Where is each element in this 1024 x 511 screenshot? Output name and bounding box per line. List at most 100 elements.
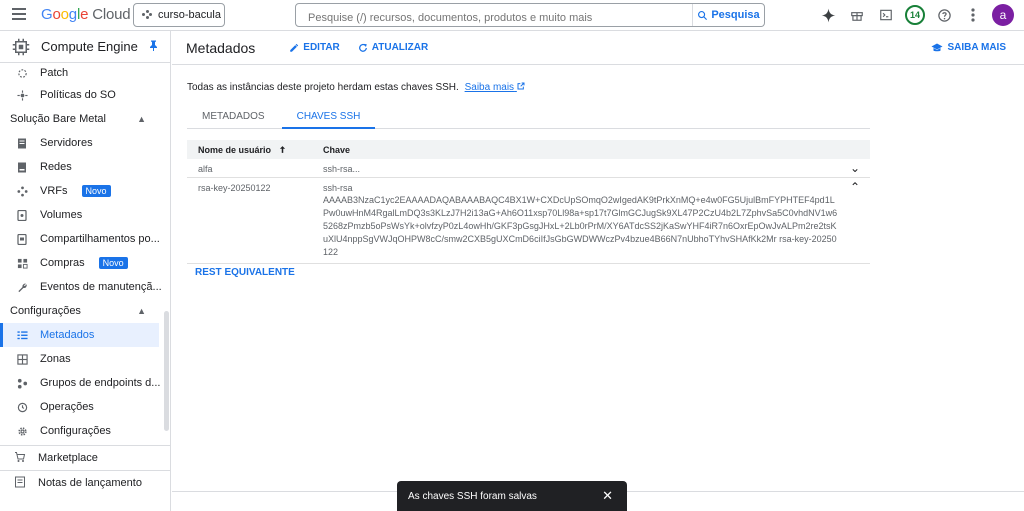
chevron-up-icon: ▲ bbox=[137, 306, 146, 316]
sidebar-item-volumes[interactable]: Volumes bbox=[0, 203, 170, 227]
sidebar-item-settings[interactable]: Configurações bbox=[0, 419, 170, 443]
column-header-label: Nome de usuário bbox=[198, 144, 272, 155]
open-in-new-icon bbox=[517, 82, 525, 90]
tab-ssh-keys[interactable]: CHAVES SSH bbox=[281, 105, 376, 129]
table-row: rsa-key-20250122 ssh-rsa AAAAB3NzaC1yc2E… bbox=[187, 178, 870, 264]
sidebar-item-os-policies[interactable]: Políticas do SO bbox=[0, 83, 170, 107]
table-header: Nome de usuário Chave bbox=[187, 140, 870, 159]
new-badge: Novo bbox=[98, 257, 128, 269]
chevron-down-icon[interactable]: ⌄ bbox=[840, 159, 870, 177]
learn-more-link[interactable]: Saiba mais bbox=[465, 82, 525, 93]
sidebar-item-label: Patch bbox=[40, 67, 69, 79]
sidebar-item-maintenance-events[interactable]: Eventos de manutençã... bbox=[0, 275, 170, 299]
search-button-label: Pesquisa bbox=[711, 9, 760, 21]
metadata-list-icon bbox=[16, 329, 28, 341]
sidebar-item-label: Eventos de manutençã... bbox=[40, 281, 162, 293]
sort-arrow-up-icon bbox=[279, 145, 285, 153]
search-bar: Pesquisa bbox=[295, 3, 765, 27]
sidebar-item-label: Grupos de endpoints d... bbox=[40, 377, 161, 389]
sidebar-item-vrfs[interactable]: VRFs Novo bbox=[0, 179, 170, 203]
column-header-key: Chave bbox=[323, 144, 351, 155]
snackbar: As chaves SSH foram salvas ✕ bbox=[397, 481, 627, 511]
sidebar-header: Compute Engine bbox=[0, 31, 170, 63]
main-content: Metadados EDITAR ATUALIZAR SAIBA MAIS To… bbox=[172, 31, 1024, 511]
learn-more-label: SAIBA MAIS bbox=[947, 42, 1006, 53]
search-input[interactable] bbox=[296, 4, 692, 26]
sidebar-item-label: Operações bbox=[40, 401, 94, 413]
sidebar-item-shares[interactable]: Compartilhamentos po... bbox=[0, 227, 170, 251]
endpoint-groups-icon bbox=[16, 377, 28, 389]
help-icon[interactable] bbox=[934, 5, 954, 25]
rest-equivalent-button[interactable]: REST EQUIVALENTE bbox=[195, 267, 295, 278]
tab-metadata[interactable]: METADADOS bbox=[187, 105, 280, 129]
zones-grid-icon bbox=[16, 353, 28, 365]
top-actions: 14 a bbox=[818, 4, 1014, 26]
new-badge: Novo bbox=[81, 185, 111, 197]
sidebar-bottom: Marketplace Notas de lançamento bbox=[0, 445, 170, 495]
network-icon bbox=[16, 161, 28, 173]
pencil-icon bbox=[290, 43, 299, 52]
sidebar-item-label: VRFs bbox=[40, 185, 68, 197]
pin-icon[interactable] bbox=[149, 40, 158, 54]
gemini-sparkle-icon[interactable] bbox=[818, 5, 838, 25]
close-icon[interactable]: ✕ bbox=[602, 488, 613, 504]
column-header-username[interactable]: Nome de usuário bbox=[187, 145, 323, 155]
refresh-label: ATUALIZAR bbox=[371, 42, 429, 53]
notifications-badge[interactable]: 14 bbox=[905, 5, 925, 25]
cell-username: alfa bbox=[198, 164, 213, 174]
sidebar-item-operations[interactable]: Operações bbox=[0, 395, 170, 419]
more-vert-icon[interactable] bbox=[963, 5, 983, 25]
sidebar-item-zones[interactable]: Zonas bbox=[0, 347, 170, 371]
sidebar-item-metadata[interactable]: Metadados bbox=[0, 323, 159, 347]
google-cloud-logo[interactable]: Google Cloud bbox=[41, 6, 131, 23]
sidebar-scrollbar[interactable] bbox=[164, 311, 169, 431]
sidebar-item-marketplace[interactable]: Marketplace bbox=[0, 445, 170, 470]
sidebar-item-purchases[interactable]: Compras Novo bbox=[0, 251, 170, 275]
sidebar-item-patch[interactable]: Patch bbox=[0, 63, 170, 83]
release-notes-icon bbox=[14, 476, 26, 491]
sidebar-item-label: Metadados bbox=[40, 329, 95, 341]
section-settings[interactable]: Configurações ▲ bbox=[0, 299, 170, 323]
project-icon bbox=[142, 10, 152, 20]
school-icon bbox=[931, 43, 943, 51]
sidebar-item-label: Compras bbox=[40, 257, 85, 269]
sidebar-item-endpoint-groups[interactable]: Grupos de endpoints d... bbox=[0, 371, 170, 395]
page-header: Metadados EDITAR ATUALIZAR SAIBA MAIS bbox=[172, 31, 1024, 65]
sidebar-item-label: Configurações bbox=[40, 425, 111, 437]
page-title: Metadados bbox=[186, 39, 256, 56]
wrench-icon bbox=[16, 281, 28, 293]
share-icon bbox=[16, 233, 28, 245]
sidebar-item-label: Volumes bbox=[40, 209, 83, 221]
avatar[interactable]: a bbox=[992, 4, 1014, 26]
sidebar-nav[interactable]: Patch Políticas do SO Solução Bare Metal… bbox=[0, 63, 170, 443]
info-message: Todas as instâncias deste projeto herdam… bbox=[187, 82, 459, 93]
sidebar-item-label: Políticas do SO bbox=[40, 89, 116, 101]
sidebar-item-release-notes[interactable]: Notas de lançamento bbox=[0, 470, 170, 495]
main-menu-icon[interactable] bbox=[12, 8, 26, 20]
refresh-icon bbox=[358, 43, 367, 52]
info-text: Todas as instâncias deste projeto herdam… bbox=[187, 82, 525, 93]
sidebar-item-servers[interactable]: Servidores bbox=[0, 131, 170, 155]
edit-label: EDITAR bbox=[303, 42, 340, 53]
vrf-icon bbox=[16, 185, 28, 197]
table-row: alfa ssh-rsa... ⌄ bbox=[187, 159, 870, 178]
learn-more-button[interactable]: SAIBA MAIS bbox=[931, 42, 1006, 53]
history-icon bbox=[16, 401, 28, 413]
project-selector[interactable]: curso-bacula bbox=[133, 3, 225, 27]
chevron-up-icon[interactable]: ⌃ bbox=[840, 178, 870, 263]
sidebar-item-label: Servidores bbox=[40, 137, 93, 149]
ssh-keys-table: Nome de usuário Chave alfa ssh-rsa... ⌄ … bbox=[187, 140, 870, 264]
sidebar-item-label: Notas de lançamento bbox=[38, 477, 142, 489]
section-title: Configurações bbox=[10, 305, 81, 317]
sidebar-item-networks[interactable]: Redes bbox=[0, 155, 170, 179]
section-bare-metal[interactable]: Solução Bare Metal ▲ bbox=[0, 107, 170, 131]
volume-icon bbox=[16, 209, 28, 221]
gift-icon[interactable] bbox=[847, 5, 867, 25]
cell-key-expanded: ssh-rsa AAAAB3NzaC1yc2EAAAADAQABAAABAQC4… bbox=[323, 178, 840, 263]
cloud-shell-icon[interactable] bbox=[876, 5, 896, 25]
refresh-button[interactable]: ATUALIZAR bbox=[358, 42, 428, 53]
edit-button[interactable]: EDITAR bbox=[289, 42, 340, 53]
search-button[interactable]: Pesquisa bbox=[692, 4, 764, 26]
cell-username: rsa-key-20250122 bbox=[198, 183, 271, 193]
cart-icon bbox=[14, 451, 26, 466]
